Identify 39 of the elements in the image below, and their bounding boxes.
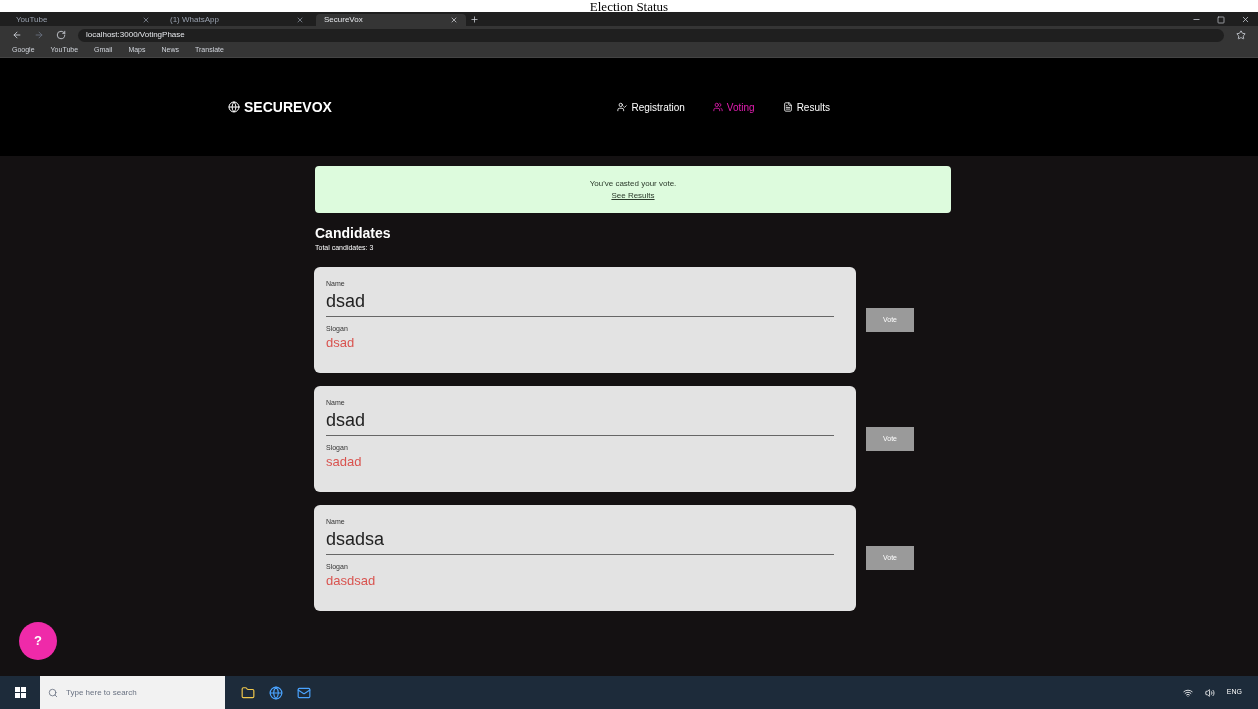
caption: Election Status bbox=[589, 0, 669, 13]
alert-message: You've casted your vote. bbox=[589, 177, 677, 190]
nav-link[interactable]: Registration bbox=[617, 99, 685, 115]
volume-icon[interactable] bbox=[1204, 687, 1215, 698]
user-check-icon bbox=[617, 102, 628, 112]
bookmark-star-icon[interactable] bbox=[1236, 30, 1246, 40]
nav-link[interactable]: Voting bbox=[712, 99, 755, 115]
candidate-name: dsad bbox=[326, 289, 367, 312]
search-icon bbox=[48, 687, 58, 698]
candidate-name: dsadsa bbox=[326, 527, 386, 550]
browser-tab[interactable]: SecureVox bbox=[316, 14, 466, 26]
taskbar-search-field[interactable]: Type here to search bbox=[40, 676, 225, 709]
search-placeholder: Type here to search bbox=[66, 686, 137, 699]
candidate-slogan: sadad bbox=[326, 453, 363, 470]
users-icon bbox=[712, 102, 723, 112]
browser-tab[interactable]: YouTube bbox=[8, 14, 158, 26]
document-icon bbox=[782, 102, 793, 112]
address-bar[interactable]: localhost:3000/VotingPhase bbox=[78, 28, 1224, 42]
close-icon[interactable] bbox=[1241, 15, 1250, 24]
help-button[interactable]: ? bbox=[19, 622, 57, 660]
browser-icon[interactable] bbox=[269, 685, 283, 700]
brand-logo[interactable]: SECUREVOX bbox=[244, 96, 332, 118]
candidate-name: dsad bbox=[326, 408, 367, 431]
network-icon[interactable] bbox=[1182, 687, 1193, 698]
section-heading: Candidates bbox=[315, 225, 392, 243]
back-icon[interactable] bbox=[12, 30, 22, 40]
see-results-link[interactable]: See Results bbox=[611, 189, 655, 202]
reload-icon[interactable] bbox=[56, 30, 66, 40]
nav-link[interactable]: Results bbox=[782, 99, 830, 115]
mail-icon[interactable] bbox=[297, 685, 311, 700]
folder-icon[interactable] bbox=[241, 685, 255, 700]
candidate-slogan: dasdsad bbox=[326, 572, 377, 589]
close-icon[interactable] bbox=[296, 16, 304, 24]
new-tab-icon[interactable] bbox=[470, 15, 479, 24]
candidate-slogan: dsad bbox=[326, 334, 356, 351]
maximize-icon[interactable] bbox=[1217, 16, 1225, 24]
logo-icon bbox=[228, 101, 240, 113]
close-icon[interactable] bbox=[142, 16, 150, 24]
browser-tab[interactable]: (1) WhatsApp bbox=[162, 14, 312, 26]
